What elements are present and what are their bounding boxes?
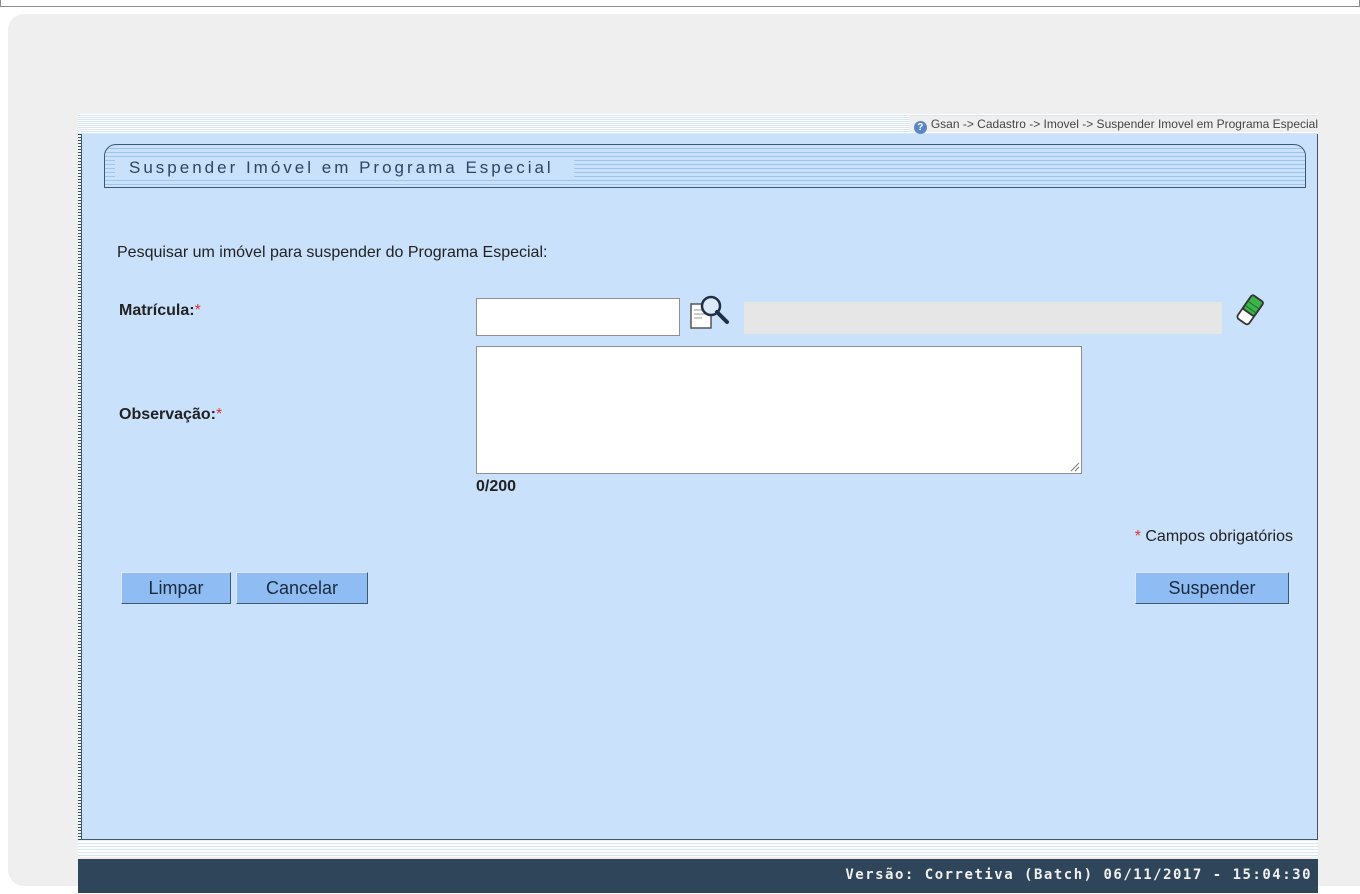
- top-border-line: [0, 0, 1360, 7]
- question-circle-icon[interactable]: ?: [913, 121, 927, 134]
- observacao-label-text: Observação:: [119, 406, 216, 423]
- title-tab: Suspender Imóvel em Programa Especial: [104, 144, 1306, 188]
- limpar-button[interactable]: Limpar: [121, 572, 231, 604]
- required-fields-note: * Campos obrigatórios: [1135, 528, 1293, 546]
- page-title: Suspender Imóvel em Programa Especial: [115, 157, 574, 179]
- required-mark: *: [1134, 528, 1141, 545]
- breadcrumb: ? Gsan -> Cadastro -> Imovel -> Suspender…: [909, 116, 1318, 134]
- observacao-textarea[interactable]: [476, 346, 1082, 474]
- matricula-label-text: Matrícula:: [119, 302, 195, 319]
- breadcrumb-path: Gsan -> Cadastro -> Imovel -> Suspender …: [930, 117, 1318, 131]
- matricula-input[interactable]: [476, 298, 680, 336]
- cancelar-button[interactable]: Cancelar: [236, 572, 368, 604]
- required-mark: *: [194, 302, 201, 319]
- intro-text: Pesquisar um imóvel para suspender do Pr…: [117, 244, 548, 261]
- footer-decoration: [78, 841, 1318, 857]
- resize-grip-icon[interactable]: [1070, 462, 1080, 472]
- suspender-button[interactable]: Suspender: [1135, 572, 1289, 604]
- footer-bar: Versão: Corretiva (Batch) 06/11/2017 - 1…: [78, 859, 1318, 893]
- required-fields-text: Campos obrigatórios: [1145, 528, 1293, 545]
- breadcrumb-bar: ? Gsan -> Cadastro -> Imovel -> Suspender…: [78, 114, 1318, 134]
- eraser-icon[interactable]: [1232, 292, 1268, 328]
- page-frame: ? Gsan -> Cadastro -> Imovel -> Suspender…: [8, 14, 1360, 893]
- magnifier-search-icon[interactable]: [688, 294, 734, 332]
- matricula-label: Matrícula:*: [119, 302, 201, 320]
- observacao-label: Observação:*: [119, 406, 222, 424]
- observacao-wrapper: [476, 346, 1082, 474]
- version-text: Versão: Corretiva (Batch) 06/11/2017 - 1…: [845, 867, 1312, 883]
- app-container: ? Gsan -> Cadastro -> Imovel -> Suspender…: [78, 114, 1318, 894]
- matricula-description-field: [744, 302, 1222, 334]
- required-mark: *: [215, 406, 223, 423]
- form-panel: Suspender Imóvel em Programa Especial Pe…: [81, 134, 1318, 840]
- character-counter: 0/200: [476, 478, 517, 495]
